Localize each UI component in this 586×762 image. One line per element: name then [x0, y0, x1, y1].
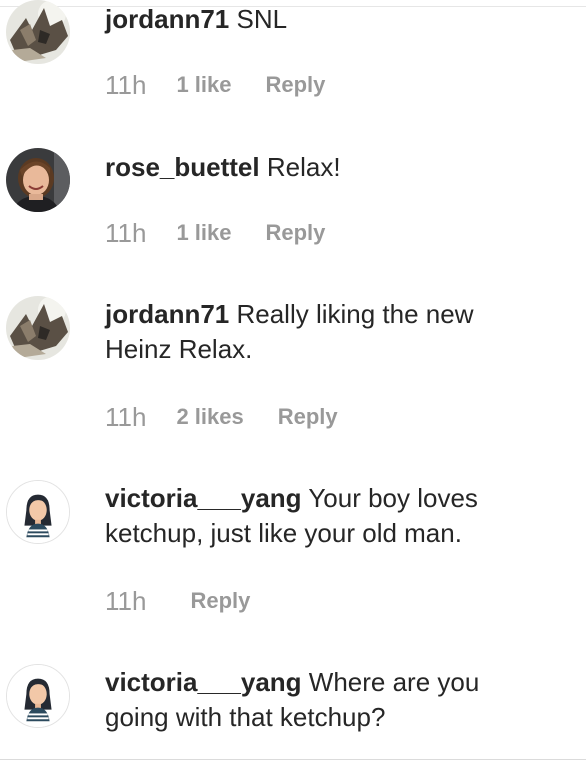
reply-button[interactable]: Reply	[190, 588, 250, 614]
reply-button[interactable]: Reply	[266, 220, 326, 246]
avatar[interactable]	[6, 296, 70, 360]
avatar[interactable]	[6, 148, 70, 212]
comment-timestamp: 11h	[105, 217, 147, 248]
comment-meta: 11h 1 like Reply	[105, 216, 325, 250]
comment-text: rose_buettel Relax!	[105, 150, 545, 185]
comment-body: SNL	[236, 4, 288, 34]
comment-text: jordann71 SNL	[105, 2, 545, 37]
comment-username[interactable]: victoria___yang	[105, 483, 302, 513]
comment-text: victoria___yang Your boy loves ketchup, …	[105, 481, 545, 551]
comment-username[interactable]: jordann71	[105, 299, 229, 329]
comment-text: jordann71 Really liking the new Heinz Re…	[105, 297, 545, 367]
reply-button[interactable]: Reply	[278, 404, 338, 430]
comment-text: victoria___yang Where are you going with…	[105, 665, 545, 735]
comment-meta: 11h 2 likes Reply	[105, 400, 338, 434]
comment-likes[interactable]: 1 like	[176, 220, 231, 246]
comment-timestamp: 11h	[105, 585, 147, 616]
comment-username[interactable]: jordann71	[105, 4, 229, 34]
comment-likes[interactable]: 2 likes	[176, 404, 243, 430]
bottom-divider	[0, 759, 586, 760]
comment-meta: 11h 1 like Reply	[105, 68, 325, 102]
comment-username[interactable]: victoria___yang	[105, 667, 302, 697]
avatar[interactable]	[6, 0, 70, 64]
comment-likes[interactable]: 1 like	[176, 72, 231, 98]
comment-username[interactable]: rose_buettel	[105, 152, 260, 182]
comment-timestamp: 11h	[105, 401, 147, 432]
comment-body: Relax!	[266, 152, 341, 182]
comment-timestamp: 11h	[105, 69, 147, 100]
avatar[interactable]	[6, 480, 70, 544]
comment-meta: 11h Reply	[105, 584, 250, 618]
avatar[interactable]	[6, 664, 70, 728]
reply-button[interactable]: Reply	[266, 72, 326, 98]
